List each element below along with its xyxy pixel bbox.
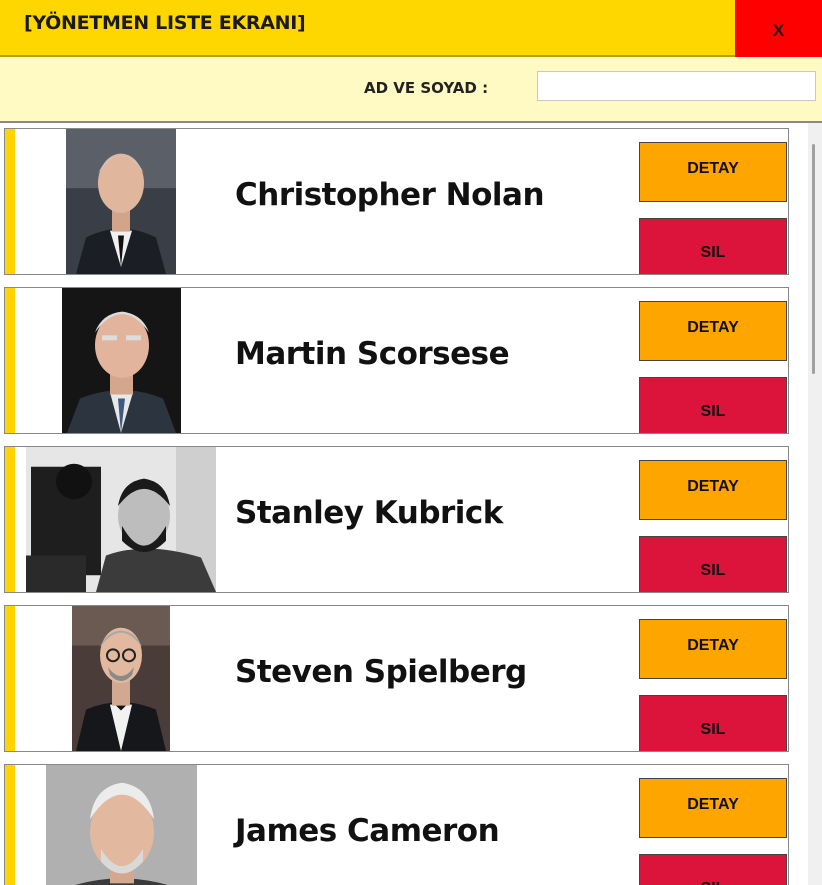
detail-button[interactable]: DETAY [639, 301, 787, 361]
director-photo [72, 606, 170, 751]
delete-button[interactable]: SIL [639, 377, 787, 433]
delete-button[interactable]: SIL [639, 854, 787, 885]
card-accent [5, 288, 15, 433]
director-name: James Cameron [235, 813, 500, 849]
director-photo [46, 765, 197, 885]
close-button[interactable]: X [735, 0, 822, 57]
card-accent [5, 606, 15, 751]
card-accent [5, 765, 15, 885]
scrollbar-thumb[interactable] [812, 144, 815, 374]
director-photo [62, 288, 181, 433]
search-input[interactable] [537, 71, 816, 101]
title-bar: [YÖNETMEN LISTE EKRANI] X [0, 0, 822, 57]
detail-button[interactable]: DETAY [639, 460, 787, 520]
card-accent [5, 129, 15, 274]
search-label: AD VE SOYAD : [364, 79, 489, 97]
detail-button[interactable]: DETAY [639, 142, 787, 202]
detail-button[interactable]: DETAY [639, 778, 787, 838]
director-name: Steven Spielberg [235, 654, 527, 690]
director-name: Stanley Kubrick [235, 495, 503, 531]
director-name: Martin Scorsese [235, 336, 510, 372]
director-card: Steven Spielberg DETAY SIL [4, 605, 789, 752]
director-card: Christopher Nolan DETAY SIL [4, 128, 789, 275]
director-list[interactable]: Christopher Nolan DETAY SIL Martin Scors… [0, 123, 808, 885]
card-accent [5, 447, 15, 592]
director-card: Stanley Kubrick DETAY SIL [4, 446, 789, 593]
delete-button[interactable]: SIL [639, 536, 787, 592]
director-card: Martin Scorsese DETAY SIL [4, 287, 789, 434]
director-photo [66, 129, 176, 274]
search-bar: AD VE SOYAD : [0, 57, 822, 123]
vertical-scrollbar[interactable] [808, 123, 822, 885]
director-card: James Cameron DETAY SIL [4, 764, 789, 885]
detail-button[interactable]: DETAY [639, 619, 787, 679]
director-name: Christopher Nolan [235, 177, 545, 213]
director-photo [26, 447, 216, 592]
window-title: [YÖNETMEN LISTE EKRANI] [24, 12, 306, 34]
delete-button[interactable]: SIL [639, 695, 787, 751]
delete-button[interactable]: SIL [639, 218, 787, 274]
